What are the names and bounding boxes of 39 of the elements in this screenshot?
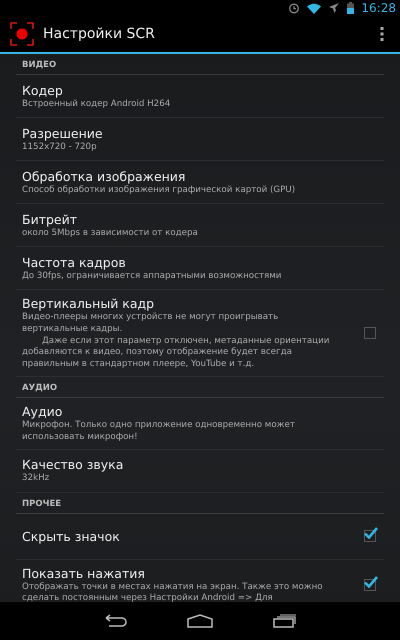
- section-header: ПРОЧЕЕ: [16, 492, 384, 514]
- preference-title[interactable]: Скрыть значок: [22, 528, 364, 545]
- checkbox[interactable]: [364, 578, 376, 591]
- preference-summary: До 30fps, ограничивается аппаратными возможностями: [22, 270, 282, 282]
- preference-summary: около 5Mbps в зависимости от кодера: [22, 228, 199, 240]
- checkmark-icon: [364, 576, 378, 588]
- preference-summary: Встроенный кодер Android H264: [22, 98, 172, 110]
- preference-title[interactable]: Вертикальный кадр: [22, 295, 364, 312]
- wifi-icon: [307, 2, 322, 14]
- checkbox[interactable]: [364, 530, 376, 542]
- preference-summary: Способ обработки изображения графической картой (GPU): [22, 184, 296, 196]
- section-header: АУДИО: [16, 376, 384, 398]
- preference-summary: Микрофон. Только одно приложение одновременно может использовать микрофон!: [22, 420, 296, 444]
- battery-icon: [347, 2, 354, 14]
- clock-time: 16:28: [361, 1, 396, 15]
- app-title: Настройки SCR: [43, 26, 156, 42]
- section-header: ВИДЕО: [16, 54, 384, 75]
- recent-apps-icon[interactable]: [273, 614, 297, 628]
- overflow-menu-icon[interactable]: [380, 27, 384, 41]
- back-icon[interactable]: [103, 614, 127, 628]
- preference-title[interactable]: Аудио: [22, 402, 378, 420]
- alarm-clock-icon: [288, 2, 300, 14]
- checkbox[interactable]: [364, 326, 376, 339]
- preference-summary: 32kHz: [22, 473, 50, 485]
- preference-title[interactable]: Разрешение: [22, 124, 378, 142]
- preference-summary: Отображать точки в местах нажатия на экран. Также это можно сделать постоянным через Настройки Android => Для: [22, 582, 324, 602]
- checkmark-icon: [364, 527, 378, 540]
- preference-summary: Видео-плееры многих устройств не могут проигрывать вертикальные кадры.: [22, 312, 280, 336]
- preference-title[interactable]: Показать нажатия: [22, 564, 364, 582]
- home-icon[interactable]: [187, 614, 213, 628]
- preference-title[interactable]: Кодер: [22, 82, 378, 99]
- airplane-icon: [328, 2, 340, 14]
- preference-title[interactable]: Частота кадров: [22, 254, 378, 271]
- preference-summary: Даже если этот параметр отключен, метаданные ориентации добавляются к видео, поэтому отображение будет всегда правильным в стандартном плеере, YouTube и т.д.: [22, 336, 330, 371]
- preference-title[interactable]: Битрейт: [22, 210, 378, 228]
- preference-summary: 1152x720 - 720p: [22, 142, 98, 154]
- preference-title[interactable]: Обработка изображения: [22, 168, 378, 185]
- record-logo-icon: [10, 22, 34, 46]
- preference-title[interactable]: Качество звука: [22, 456, 378, 474]
